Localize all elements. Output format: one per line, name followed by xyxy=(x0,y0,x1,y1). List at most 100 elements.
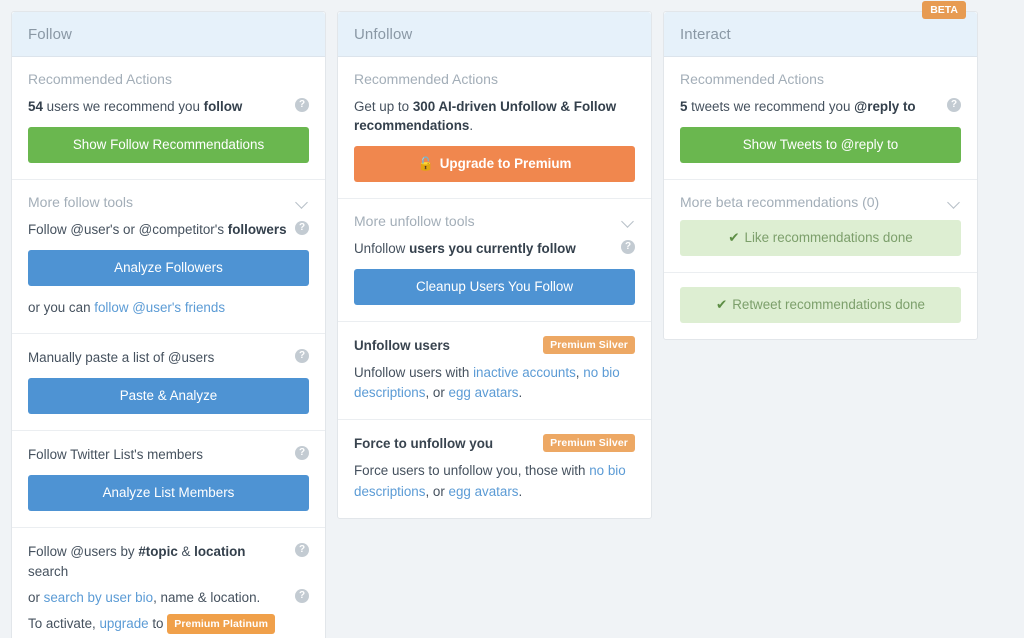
unfollow-users-title: Unfollow users xyxy=(354,337,450,353)
force-desc-end: . xyxy=(518,483,523,499)
chevron-down-icon[interactable] xyxy=(947,195,961,209)
more-follow-tools-section: More follow tools Follow @user's or @com… xyxy=(12,180,325,335)
help-icon[interactable]: ? xyxy=(295,349,309,364)
interact-column: BETA Interact Recommended Actions 5 twee… xyxy=(663,1,978,341)
twitter-list-section: Follow Twitter List's members ? Analyze … xyxy=(12,431,325,529)
premium-silver-badge[interactable]: Premium Silver xyxy=(543,434,635,453)
twitter-list-text: Follow Twitter List's members ? xyxy=(28,445,309,464)
like-done-label: Like recommendations done xyxy=(744,230,913,246)
or-you-can-label: or you can xyxy=(28,300,95,316)
follow-friends-text: or you can follow @user's friends xyxy=(28,298,309,317)
check-icon: ✔ xyxy=(715,297,728,313)
dashboard-board: Follow Recommended Actions 54 users we r… xyxy=(0,0,1024,638)
unfollow-rec-pre: Get up to xyxy=(354,99,413,114)
activate-upgrade-text: To activate, upgrade to Premium Platinum xyxy=(28,613,309,635)
more-follow-tools-header[interactable]: More follow tools xyxy=(28,194,309,210)
unfollow-users-description: Unfollow users with inactive accounts, n… xyxy=(354,363,635,403)
follow-recommendation-text: 54 users we recommend you follow ? xyxy=(28,97,309,116)
cleanup-bold: users you currently follow xyxy=(409,241,576,257)
topic-bold-2: location xyxy=(194,544,246,560)
follow-recommended-label: Recommended Actions xyxy=(28,71,172,87)
topic-bold-1: #topic xyxy=(138,544,178,560)
analyze-list-members-button[interactable]: Analyze List Members xyxy=(28,475,309,512)
topic-post: search xyxy=(28,563,69,579)
upgrade-link[interactable]: upgrade xyxy=(99,616,148,631)
more-beta-recommendations-label: More beta recommendations (0) xyxy=(680,194,880,211)
show-tweets-to-reply-button[interactable]: Show Tweets to @reply to xyxy=(680,127,961,164)
upgrade-to-premium-button[interactable]: 🔓 Upgrade to Premium xyxy=(354,146,635,183)
force-unfollow-title: Force to unfollow you xyxy=(354,435,494,451)
follow-rec-mid: users we recommend you xyxy=(42,99,204,114)
retweet-recommendations-done-button: ✔ Retweet recommendations done xyxy=(680,287,961,324)
topic-mid: & xyxy=(177,544,195,560)
bio-post: , name & location. xyxy=(153,589,261,605)
search-by-user-bio-link[interactable]: search by user bio xyxy=(44,590,153,605)
twitter-list-label: Follow Twitter List's members xyxy=(28,447,203,463)
help-icon[interactable]: ? xyxy=(621,240,635,255)
cleanup-users-you-follow-button[interactable]: Cleanup Users You Follow xyxy=(354,269,635,306)
show-follow-recommendations-button[interactable]: Show Follow Recommendations xyxy=(28,127,309,164)
follow-card-header: Follow xyxy=(12,12,325,57)
force-desc-pre: Force users to unfollow you, those with xyxy=(354,463,590,479)
interact-recommended-label: Recommended Actions xyxy=(680,71,824,87)
unfollow-desc-end: . xyxy=(518,385,523,401)
help-icon[interactable]: ? xyxy=(947,98,961,112)
unfollow-desc-pre: Unfollow users with xyxy=(354,365,474,381)
interact-recommended-section: Recommended Actions 5 tweets we recommen… xyxy=(664,57,977,181)
unlock-icon: 🔓 xyxy=(417,156,434,172)
unfollow-card: Unfollow Recommended Actions Get up to 3… xyxy=(337,11,652,519)
follow-column: Follow Recommended Actions 54 users we r… xyxy=(11,11,326,638)
activate-mid: to xyxy=(148,615,168,631)
force-desc-sep: , or xyxy=(425,483,449,499)
help-icon[interactable]: ? xyxy=(295,446,309,461)
more-unfollow-tools-section: More unfollow tools Unfollow users you c… xyxy=(338,199,651,323)
interact-rec-bold: @reply to xyxy=(854,99,916,114)
topic-location-search-section: Follow @users by #topic & location searc… xyxy=(12,528,325,638)
analyze-followers-button[interactable]: Analyze Followers xyxy=(28,250,309,287)
followers-bold: followers xyxy=(227,222,287,238)
follow-card-title: Follow xyxy=(28,26,72,43)
egg-avatars-link[interactable]: egg avatars xyxy=(449,484,519,499)
more-follow-tools-label: More follow tools xyxy=(28,194,134,211)
follow-user-friends-link[interactable]: follow @user's friends xyxy=(94,300,225,315)
topic-search-text: Follow @users by #topic & location searc… xyxy=(28,542,309,580)
unfollow-recommended-section: Recommended Actions Get up to 300 AI-dri… xyxy=(338,57,651,200)
cleanup-users-text: Unfollow users you currently follow ? xyxy=(354,239,635,258)
help-icon[interactable]: ? xyxy=(295,543,309,558)
upgrade-button-label: Upgrade to Premium xyxy=(439,156,572,172)
force-unfollow-section: Force to unfollow you Premium Silver For… xyxy=(338,420,651,517)
unfollow-card-title: Unfollow xyxy=(354,26,413,43)
unfollow-recommendation-text: Get up to 300 AI-driven Unfollow & Follo… xyxy=(354,97,635,135)
help-icon[interactable]: ? xyxy=(295,98,309,112)
follow-rec-count: 54 xyxy=(28,99,43,114)
unfollow-users-header: Unfollow users Premium Silver xyxy=(354,336,635,355)
more-beta-recommendations-header[interactable]: More beta recommendations (0) xyxy=(680,194,961,210)
cleanup-pre: Unfollow xyxy=(354,241,410,257)
unfollow-rec-post: . xyxy=(469,118,474,134)
paste-users-text: Manually paste a list of @users ? xyxy=(28,348,309,367)
more-unfollow-tools-label: More unfollow tools xyxy=(354,213,475,230)
interact-recommendation-text: 5 tweets we recommend you @reply to ? xyxy=(680,97,961,116)
chevron-down-icon[interactable] xyxy=(295,195,309,209)
premium-silver-badge[interactable]: Premium Silver xyxy=(543,336,635,355)
topic-pre: Follow @users by xyxy=(28,544,139,560)
unfollow-users-section: Unfollow users Premium Silver Unfollow u… xyxy=(338,322,651,421)
force-unfollow-header: Force to unfollow you Premium Silver xyxy=(354,434,635,453)
force-unfollow-description: Force users to unfollow you, those with … xyxy=(354,461,635,501)
more-unfollow-tools-header[interactable]: More unfollow tools xyxy=(354,213,635,229)
paste-users-section: Manually paste a list of @users ? Paste … xyxy=(12,334,325,432)
chevron-down-icon[interactable] xyxy=(621,214,635,228)
more-beta-recommendations-section: More beta recommendations (0) ✔ Like reco… xyxy=(664,180,977,274)
unfollow-recommended-label: Recommended Actions xyxy=(354,71,498,87)
unfollow-column: Unfollow Recommended Actions Get up to 3… xyxy=(337,11,652,519)
like-recommendations-done-button: ✔ Like recommendations done xyxy=(680,220,961,257)
follow-recommended-section: Recommended Actions 54 users we recommen… xyxy=(12,57,325,181)
follow-followers-text: Follow @user's or @competitor's follower… xyxy=(28,220,309,239)
egg-avatars-link[interactable]: egg avatars xyxy=(449,385,519,400)
premium-platinum-badge[interactable]: Premium Platinum xyxy=(167,613,276,635)
help-icon[interactable]: ? xyxy=(295,588,309,603)
paste-analyze-button[interactable]: Paste & Analyze xyxy=(28,378,309,415)
help-icon[interactable]: ? xyxy=(295,221,309,236)
bio-search-text: or search by user bio, name & location. … xyxy=(28,588,309,607)
inactive-accounts-link[interactable]: inactive accounts xyxy=(473,365,576,380)
